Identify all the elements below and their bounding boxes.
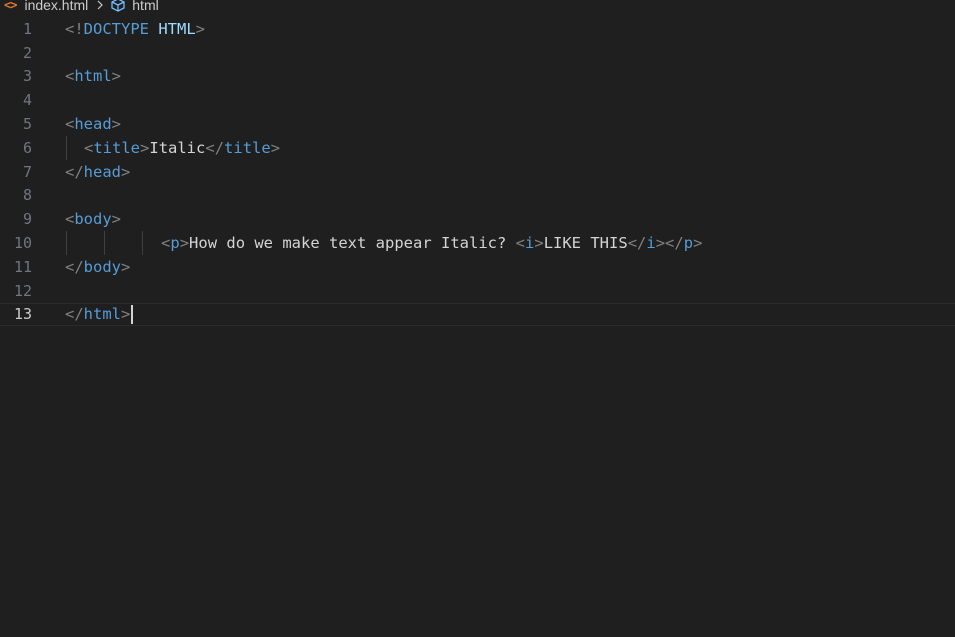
token-tag: body — [74, 210, 112, 229]
line-number: 1 — [22, 19, 32, 38]
token-bracket: < — [515, 234, 525, 253]
token-bracket: > — [195, 19, 206, 38]
line-number: 4 — [22, 91, 32, 110]
code-line[interactable]: 7 </head> — [0, 160, 955, 184]
cube-icon — [111, 0, 125, 12]
line-number: 10 — [13, 234, 32, 253]
code-line[interactable]: 10 <p>How do we make text appear Italic?… — [0, 231, 955, 255]
token-bracket: > — [179, 234, 190, 253]
token-bracket: </ — [627, 234, 647, 253]
line-code: </html> — [65, 304, 134, 324]
line-code: </head> — [65, 163, 130, 181]
token-bracket: </ — [665, 234, 684, 253]
line-code: <!DOCTYPE HTML> — [65, 20, 205, 38]
line-number: 2 — [22, 43, 32, 62]
token-bracket: > — [111, 115, 122, 134]
breadcrumb-symbol-name: html — [132, 0, 159, 13]
code-line[interactable]: 9 <body> — [0, 207, 955, 231]
line-code: </body> — [65, 258, 130, 276]
text-cursor — [131, 304, 134, 324]
code-editor[interactable]: 1 <!DOCTYPE HTML> 2 3 <html> 4 5 <head> … — [0, 17, 955, 327]
token-text: How do we make text appear Italic? — [189, 234, 516, 253]
line-code: <title>Italic</title> — [84, 139, 280, 157]
line-code: <html> — [65, 67, 121, 85]
chevron-right-icon — [97, 0, 104, 10]
indent-guide — [66, 231, 67, 255]
token-tag: html — [83, 304, 121, 323]
token-bracket: > — [534, 234, 544, 253]
indent-guide — [142, 231, 143, 255]
token-tag: title — [224, 138, 271, 157]
token-doctype-html: HTML — [158, 19, 196, 38]
token-text: LIKE THIS — [543, 234, 628, 253]
token-tag: html — [74, 67, 112, 86]
token-bracket: < — [65, 210, 75, 229]
token-tag: body — [83, 257, 121, 276]
line-number: 9 — [22, 210, 32, 229]
token-tag: i — [525, 234, 535, 253]
token-bracket: > — [270, 138, 281, 157]
line-number: 11 — [13, 257, 32, 276]
line-number: 3 — [22, 67, 32, 86]
token-bracket: < — [161, 234, 171, 253]
token-tag: p — [683, 234, 694, 253]
token-bracket: </ — [65, 257, 84, 276]
token-bracket: < — [65, 115, 75, 134]
code-line-active[interactable]: 13 </html> — [0, 302, 955, 327]
token-doctype: DOCTYPE — [83, 19, 149, 38]
token-tag: head — [74, 115, 112, 134]
code-line[interactable]: 11 </body> — [0, 255, 955, 279]
line-number: 5 — [22, 115, 32, 134]
token-tag: i — [646, 234, 656, 253]
token-tag: title — [93, 138, 141, 157]
code-line[interactable]: 12 — [0, 279, 955, 303]
token-bracket: </ — [65, 162, 84, 181]
token-bracket: < — [84, 138, 94, 157]
line-number: 12 — [13, 281, 32, 300]
line-number: 8 — [22, 186, 32, 205]
code-line[interactable]: 6 <title>Italic</title> — [0, 135, 955, 160]
token-bracket: </ — [205, 138, 225, 157]
line-code: <p>How do we make text appear Italic? <i… — [161, 234, 702, 252]
token-bracket: > — [121, 257, 131, 276]
token-bracket: > — [655, 234, 666, 253]
html-file-icon: <> — [4, 0, 17, 12]
token-tag: head — [83, 162, 121, 181]
indent-guide — [66, 135, 67, 160]
code-line[interactable]: 1 <!DOCTYPE HTML> — [0, 17, 955, 41]
indent-guide — [104, 231, 105, 255]
line-number: 7 — [22, 162, 32, 181]
token-bracket: > — [140, 138, 150, 157]
token-bracket: > — [111, 210, 122, 229]
line-code: <body> — [65, 210, 121, 228]
token-bracket: > — [121, 162, 131, 181]
breadcrumb-file[interactable]: <> index.html — [0, 0, 88, 12]
code-line[interactable]: 4 — [0, 88, 955, 112]
token-bracket: > — [121, 304, 131, 323]
breadcrumb-symbol[interactable]: html — [110, 0, 159, 13]
line-number: 13 — [13, 305, 32, 324]
breadcrumb-file-name: index.html — [24, 0, 89, 13]
code-line[interactable]: 3 <html> — [0, 65, 955, 89]
code-line[interactable]: 8 — [0, 184, 955, 208]
token-bracket: > — [111, 67, 122, 86]
line-code: <head> — [65, 115, 121, 133]
line-number: 6 — [22, 138, 32, 157]
code-line[interactable]: 2 — [0, 41, 955, 65]
token-text: Italic — [149, 138, 206, 157]
token-tag: p — [170, 234, 180, 253]
token-bracket: > — [693, 234, 703, 253]
breadcrumb: <> index.html html — [0, 0, 159, 12]
token-bracket: < — [65, 67, 75, 86]
code-line[interactable]: 5 <head> — [0, 112, 955, 136]
token-bracket: <! — [65, 19, 84, 38]
token-bracket: </ — [65, 304, 84, 323]
